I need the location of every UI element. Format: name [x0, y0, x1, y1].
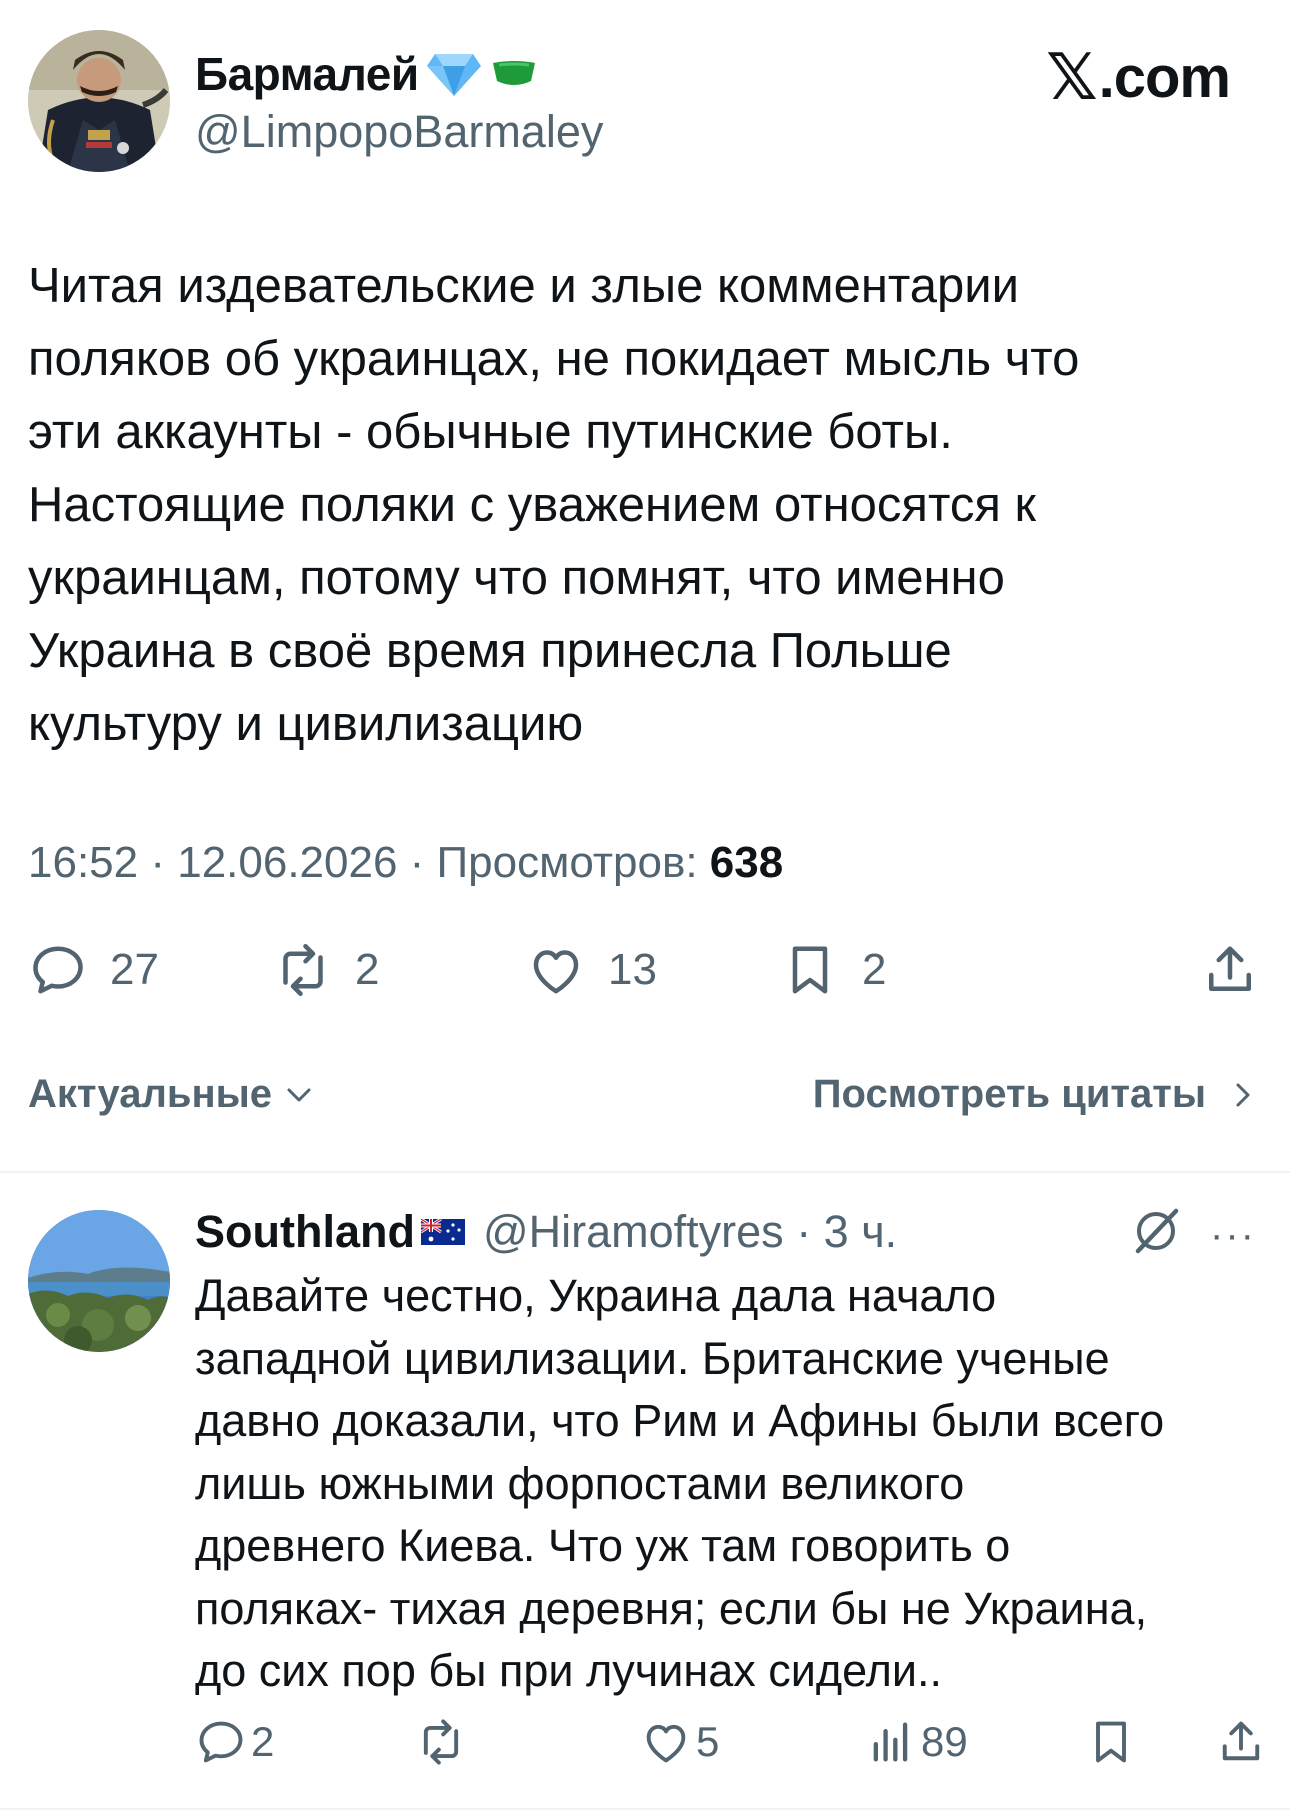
tweet-date[interactable]: 12.06.2026: [177, 838, 397, 887]
avatar-portrait: [28, 30, 170, 172]
author-avatar[interactable]: [28, 30, 170, 172]
reply-text-line: лишь южными форпостами великого: [195, 1457, 965, 1509]
like-count: 13: [608, 945, 657, 994]
green-badge-icon: [492, 61, 535, 85]
reply-repost-button[interactable]: [415, 1712, 471, 1772]
share-button[interactable]: [1200, 935, 1260, 1005]
repost-icon: [283, 944, 323, 996]
chevron-down-icon: [287, 1088, 311, 1101]
like-icon: [646, 1724, 686, 1763]
tweet-meta: 16:52 · 12.06.2026 · Просмотров: 638: [28, 838, 783, 888]
reply-text-line: Давайте честно, Украина дала начало: [195, 1270, 997, 1321]
view-quotes-link[interactable]: Посмотреть цитаты: [813, 1072, 1258, 1117]
author-handle[interactable]: @LimpopoBarmaley: [195, 106, 603, 158]
reply-views-button[interactable]: 89: [865, 1712, 968, 1772]
author-name[interactable]: Бармалей: [195, 47, 419, 101]
more-icon[interactable]: ···: [1210, 1213, 1256, 1258]
reply-text-line: давно доказали, что Рим и Афины были все…: [195, 1395, 1165, 1446]
sort-row: Актуальные Посмотреть цитаты: [28, 1072, 1258, 1132]
tweet-text-line: культуру и цивилизацию: [28, 697, 584, 751]
reply-header: Southland @Hiramoftyres · 3 ч.: [195, 1200, 897, 1264]
reply-text-line: древнего Киева. Что уж там говорить о: [195, 1520, 1011, 1571]
bookmark-count: 2: [862, 945, 887, 994]
reply-icon: [33, 946, 83, 994]
tweet-text: Читая издевательские и злые комментарии …: [28, 250, 1248, 761]
reply-icon: [199, 1721, 243, 1763]
sort-label: Актуальные: [28, 1072, 273, 1116]
repost-button[interactable]: 2: [273, 935, 379, 1005]
tweet-action-bar: 27 2 13 2: [28, 935, 1260, 1005]
bookmark-icon: [1096, 1721, 1126, 1763]
repost-count: 2: [355, 945, 380, 994]
divider: [0, 1171, 1290, 1173]
bookmark-button[interactable]: 2: [780, 935, 886, 1005]
meta-separator: ·: [138, 838, 178, 887]
tweet-text-line: Настоящие поляки с уважением относятся к: [28, 478, 1036, 532]
tweet-text-line: украинцам, потому что помнят, что именно: [28, 551, 1005, 605]
divider: [0, 1808, 1290, 1810]
views-label: Просмотров:: [436, 838, 710, 887]
x-logo-icon: 𝕏: [1046, 40, 1098, 113]
reply-share-button[interactable]: [1215, 1712, 1267, 1772]
view-quotes-label: Посмотреть цитаты: [812, 1072, 1206, 1116]
tweet-text-line: Читая издевательские и злые комментарии: [28, 259, 1020, 313]
reply-views-count: 89: [921, 1718, 968, 1765]
reply-like-button[interactable]: 5: [640, 1712, 719, 1772]
reply-text: Давайте честно, Украина дала начало запа…: [195, 1265, 1275, 1703]
site-logo: 𝕏 .com: [1046, 40, 1231, 113]
reply-text-line: западной цивилизации. Британские ученые: [195, 1332, 1110, 1384]
sort-dropdown[interactable]: Актуальные: [28, 1072, 314, 1117]
australia-flag-icon: [420, 1219, 465, 1245]
reply-text-line: до сих пор бы при лучинах сидели..: [195, 1645, 943, 1696]
tweet-text-line: Украина в своё время принесла Польше: [28, 624, 952, 678]
reply-reply-count: 2: [251, 1718, 275, 1765]
reply-avatar[interactable]: [28, 1210, 170, 1352]
reply-reply-button[interactable]: 2: [195, 1712, 274, 1772]
reply-like-count: 5: [696, 1718, 720, 1765]
reply-bookmark-button[interactable]: [1085, 1712, 1137, 1772]
repost-icon: [423, 1719, 459, 1765]
site-logo-text: .com: [1098, 44, 1231, 110]
share-icon: [1209, 946, 1251, 991]
author-name-row[interactable]: Бармалей: [195, 44, 539, 104]
tweet-text-line: эти аккаунты - обычные путинские боты.: [28, 405, 953, 459]
like-icon: [533, 950, 579, 994]
reply-count: 27: [110, 945, 159, 994]
views-icon: [873, 1722, 908, 1762]
like-button[interactable]: 13: [526, 935, 657, 1005]
chevron-right-icon: [1236, 1083, 1250, 1106]
diamond-icon: [426, 54, 481, 96]
share-icon: [1222, 1721, 1260, 1761]
views-count: 638: [709, 838, 784, 887]
reply-button[interactable]: 27: [28, 935, 159, 1005]
reply-text-line: поляках- тихая деревня; если бы не Украи…: [195, 1582, 1148, 1634]
tweet-time[interactable]: 16:52: [28, 838, 138, 887]
bookmark-icon: [792, 946, 828, 994]
meta-separator: ·: [397, 838, 437, 887]
reply-author-name[interactable]: Southland: [195, 1206, 415, 1258]
reply-handle-and-time[interactable]: @Hiramoftyres · 3 ч.: [483, 1206, 897, 1258]
reply-action-bar: 2 5 89: [195, 1712, 1270, 1772]
avatar-landscape: [28, 1210, 170, 1352]
grok-icon[interactable]: [1130, 1205, 1182, 1257]
tweet-text-line: поляков об украинцах, не покидает мысль …: [28, 332, 1080, 386]
